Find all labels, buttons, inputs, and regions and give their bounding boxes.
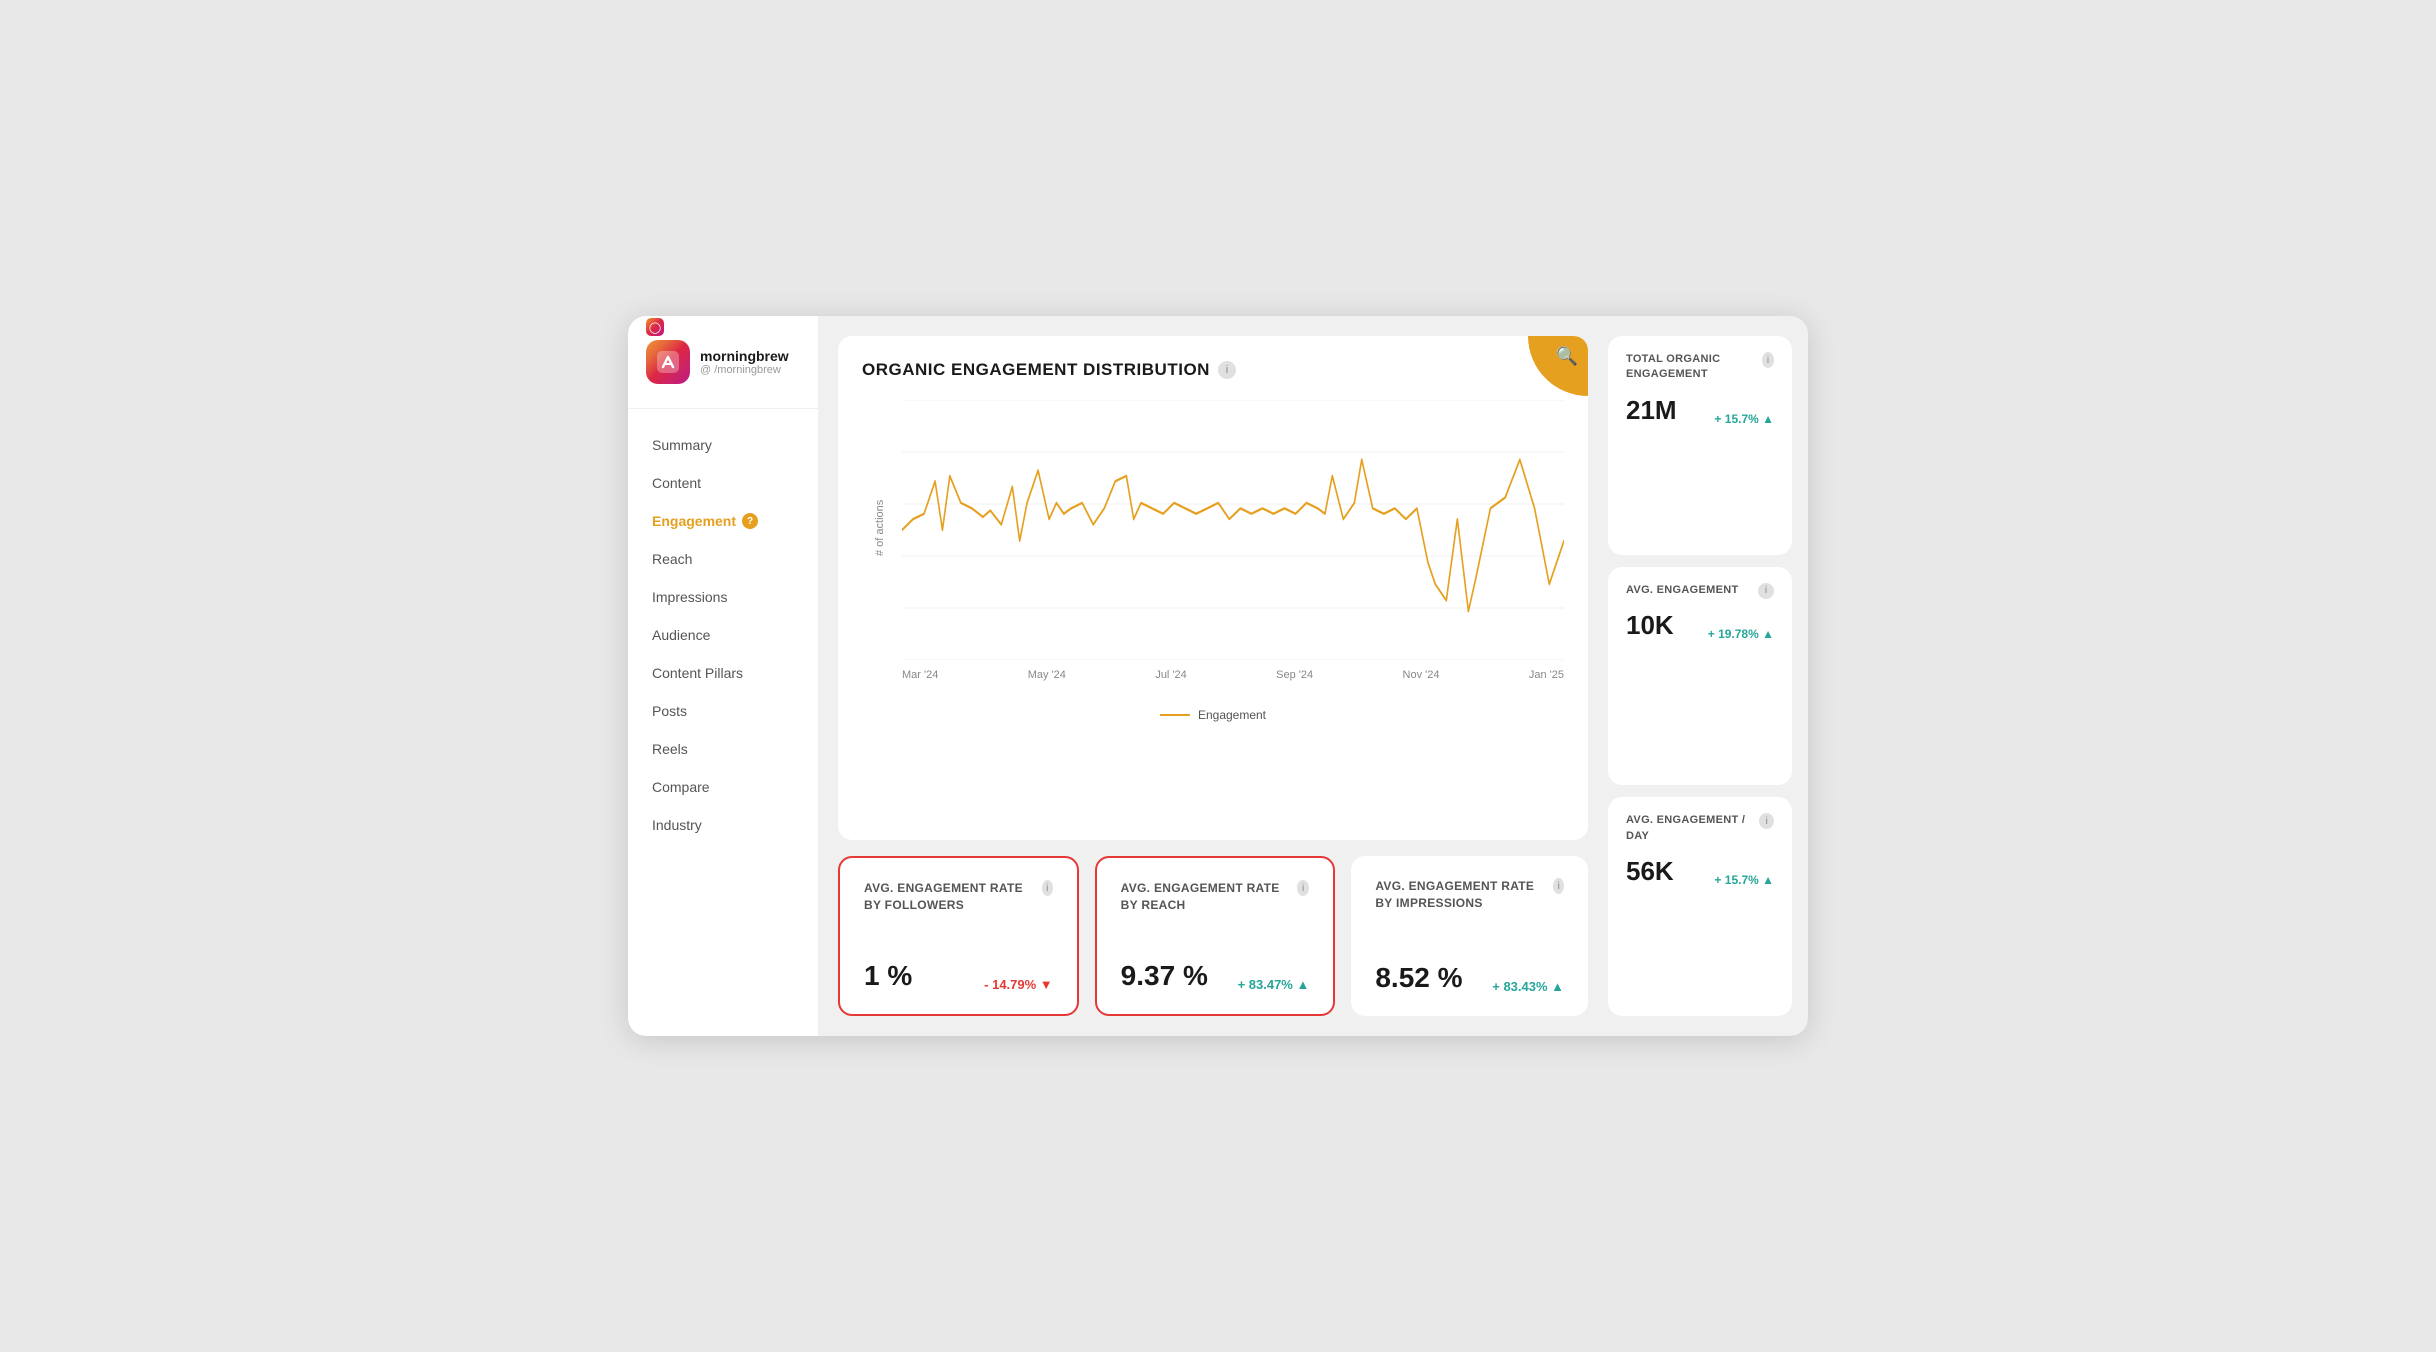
stat-value-1: 10K [1626,610,1674,641]
sidebar-item-posts[interactable]: Posts [638,693,808,729]
sidebar-item-compare[interactable]: Compare [638,769,808,805]
stat-bottom-2: 56K + 15.7% ▲ [1626,856,1774,887]
nav-item-label: Compare [652,779,710,795]
account-logo-wrap: ◯ [646,340,690,384]
stat-title-1: AVG. ENGAGEMENT [1626,583,1738,598]
sidebar-header: ◯ morningbrew @ /morningbrew [628,340,818,409]
legend-line [1160,714,1190,716]
metric-title-1: AVG. ENGAGEMENT RATE BY REACH [1121,880,1297,914]
y-axis-label: # of actions [874,500,886,556]
x-label-jan: Jan '25 [1529,669,1564,681]
sidebar-item-reels[interactable]: Reels [638,731,808,767]
nav-item-badge-wrap: Engagement ? [652,513,794,529]
x-label-may: May '24 [1028,669,1066,681]
stat-bottom-1: 10K + 19.78% ▲ [1626,610,1774,641]
metric-change-0: - 14.79% ▼ [984,977,1053,992]
stat-value-0: 21M [1626,395,1677,426]
stat-card-1: AVG. ENGAGEMENT i 10K + 19.78% ▲ [1608,567,1792,786]
account-info: morningbrew @ /morningbrew [700,348,789,376]
sidebar-item-impressions[interactable]: Impressions [638,579,808,615]
nav-item-label: Reach [652,551,692,567]
x-label-jul: Jul '24 [1155,669,1186,681]
chart-area: # of actions 800k 600k 400k 200k 0 [902,400,1564,700]
engagement-badge: ? [742,513,758,529]
metric-title-2: AVG. ENGAGEMENT RATE BY IMPRESSIONS [1375,878,1553,912]
metric-change-2: + 83.43% ▲ [1492,979,1564,994]
main-content: 🔍 ORGANIC ENGAGEMENT DISTRIBUTION i # of… [818,316,1608,1036]
nav-item-label: Content [652,475,701,491]
account-name: morningbrew [700,348,789,364]
legend-label: Engagement [1198,708,1266,722]
metric-bottom-2: 8.52 % + 83.43% ▲ [1375,962,1564,994]
metric-bottom-1: 9.37 % + 83.47% ▲ [1121,960,1310,992]
metric-value-2: 8.52 % [1375,962,1462,994]
sidebar-item-reach[interactable]: Reach [638,541,808,577]
metric-title-0: AVG. ENGAGEMENT RATE BY FOLLOWERS [864,880,1042,914]
stat-card-0: TOTAL ORGANIC ENGAGEMENT i 21M + 15.7% ▲ [1608,336,1792,555]
sidebar-item-industry[interactable]: Industry [638,807,808,843]
stat-card-2: AVG. ENGAGEMENT / DAY i 56K + 15.7% ▲ [1608,797,1792,1016]
nav-item-label: Audience [652,627,710,643]
nav-item-label: Impressions [652,589,727,605]
metric-info-icon-0[interactable]: i [1042,880,1053,896]
sidebar-item-summary[interactable]: Summary [638,427,808,463]
sidebar-item-content-pillars[interactable]: Content Pillars [638,655,808,691]
nav-item-label: Industry [652,817,702,833]
x-label-mar: Mar '24 [902,669,938,681]
search-corner[interactable]: 🔍 [1528,336,1588,396]
stat-info-icon-1[interactable]: i [1758,583,1774,599]
account-logo [646,340,690,384]
stat-value-2: 56K [1626,856,1674,887]
app-container: ◯ morningbrew @ /morningbrew Summary Cont… [628,316,1808,1036]
stat-info-icon-2[interactable]: i [1759,813,1774,829]
metric-bottom-0: 1 % - 14.79% ▼ [864,960,1053,992]
metric-info-icon-2[interactable]: i [1553,878,1564,894]
stat-info-icon-0[interactable]: i [1762,352,1774,368]
right-panel: TOTAL ORGANIC ENGAGEMENT i 21M + 15.7% ▲… [1608,316,1808,1036]
nav-item-label: Posts [652,703,687,719]
x-label-sep: Sep '24 [1276,669,1313,681]
instagram-icon: ◯ [646,318,664,336]
chart-legend: Engagement [862,708,1564,722]
chart-title: ORGANIC ENGAGEMENT DISTRIBUTION [862,360,1210,380]
stat-change-0: + 15.7% ▲ [1714,412,1774,426]
sidebar: ◯ morningbrew @ /morningbrew Summary Cont… [628,316,818,1036]
metric-change-1: + 83.47% ▲ [1238,977,1310,992]
nav-item-label: Engagement [652,513,736,529]
metric-value-0: 1 % [864,960,912,992]
metric-card-2: AVG. ENGAGEMENT RATE BY IMPRESSIONS i 8.… [1351,856,1588,1016]
sidebar-item-content[interactable]: Content [638,465,808,501]
stat-title-2: AVG. ENGAGEMENT / DAY [1626,813,1759,844]
x-label-nov: Nov '24 [1403,669,1440,681]
chart-header: ORGANIC ENGAGEMENT DISTRIBUTION i [862,360,1564,380]
stat-change-2: + 15.7% ▲ [1714,873,1774,887]
metric-info-icon-1[interactable]: i [1297,880,1309,896]
sidebar-item-audience[interactable]: Audience [638,617,808,653]
nav-item-label: Content Pillars [652,665,743,681]
metric-card-0: AVG. ENGAGEMENT RATE BY FOLLOWERS i 1 % … [838,856,1079,1016]
bottom-metrics: AVG. ENGAGEMENT RATE BY FOLLOWERS i 1 % … [838,856,1588,1016]
account-handle: @ /morningbrew [700,364,789,376]
stat-bottom-0: 21M + 15.7% ▲ [1626,395,1774,426]
metric-value-1: 9.37 % [1121,960,1208,992]
nav-item-label: Summary [652,437,712,453]
stat-change-1: + 19.78% ▲ [1708,627,1774,641]
engagement-chart: 800k 600k 400k 200k 0 [902,400,1564,660]
stat-title-0: TOTAL ORGANIC ENGAGEMENT [1626,352,1762,383]
search-icon: 🔍 [1556,346,1578,367]
nav-item-label: Reels [652,741,688,757]
sidebar-item-engagement[interactable]: Engagement ? [638,503,808,539]
metric-card-1: AVG. ENGAGEMENT RATE BY REACH i 9.37 % +… [1095,856,1336,1016]
sidebar-nav: Summary Content Engagement ? Reach Impress… [628,427,818,843]
chart-info-icon[interactable]: i [1218,361,1236,379]
chart-section: 🔍 ORGANIC ENGAGEMENT DISTRIBUTION i # of… [838,336,1588,840]
